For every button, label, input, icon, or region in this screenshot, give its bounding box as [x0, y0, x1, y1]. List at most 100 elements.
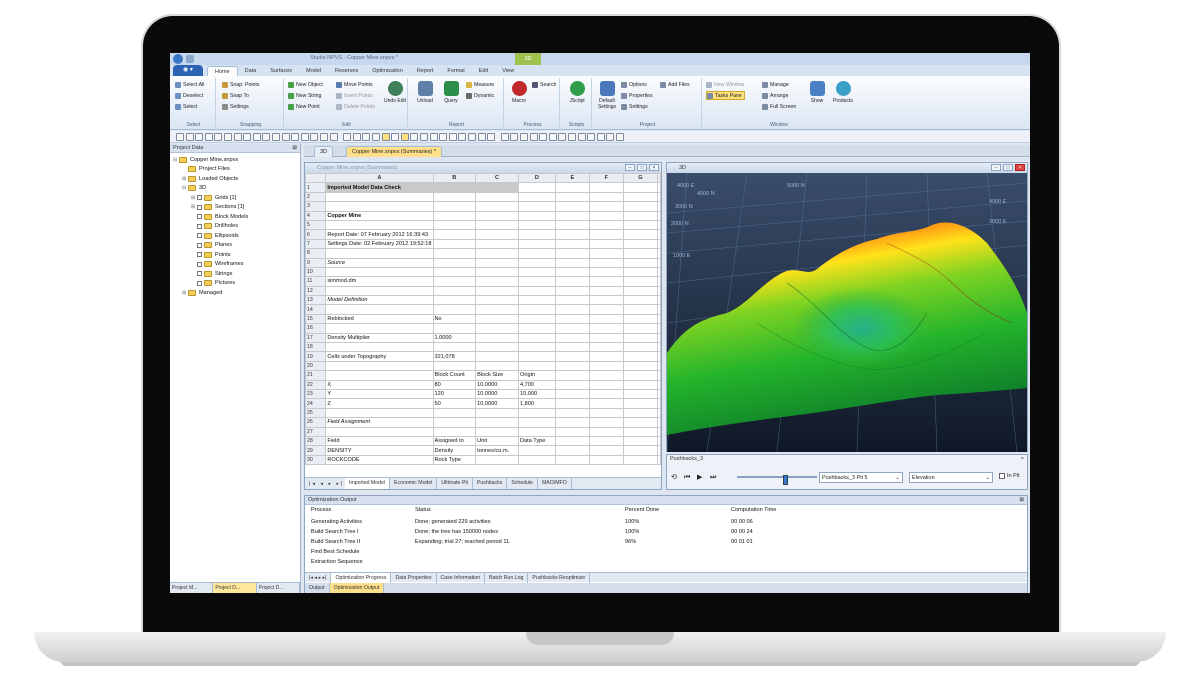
- sheet-tab[interactable]: MAO/MFO: [538, 478, 572, 489]
- row-header[interactable]: 27: [305, 426, 327, 437]
- sheet-cell[interactable]: [475, 313, 519, 325]
- step-back-icon[interactable]: ⏮: [684, 474, 692, 482]
- sheet-cell[interactable]: [475, 407, 519, 419]
- sheet-cell[interactable]: [554, 201, 590, 212]
- doc-tab-summaries[interactable]: Copper Mine.snpvs (Summaries) *: [346, 146, 443, 157]
- sheet-cell[interactable]: [588, 229, 624, 240]
- sheet-cell[interactable]: [475, 454, 519, 466]
- sheet-cell[interactable]: [518, 445, 556, 456]
- toolbar-tool-icon[interactable]: [281, 133, 290, 141]
- sheet-cell[interactable]: Z: [325, 398, 434, 409]
- macro-button[interactable]: Macro: [506, 81, 532, 104]
- sheet-cell[interactable]: [518, 210, 556, 221]
- sheet-cell[interactable]: [518, 304, 556, 315]
- row-header[interactable]: 16: [305, 323, 327, 334]
- sheet-cell[interactable]: [588, 360, 624, 372]
- properties-button[interactable]: Properties: [621, 91, 653, 100]
- sheet-tab[interactable]: Ultimate Pit: [437, 478, 473, 489]
- visibility-checkbox[interactable]: [197, 252, 202, 258]
- row-header[interactable]: 8: [305, 248, 327, 259]
- add-files-button[interactable]: Add Files: [660, 80, 690, 89]
- sheet-cell[interactable]: [475, 332, 519, 344]
- sheet-cell[interactable]: [588, 219, 624, 231]
- menu-tab-model[interactable]: Model: [299, 66, 328, 76]
- sheet-cell[interactable]: [657, 276, 661, 287]
- sheet-cell[interactable]: [475, 360, 519, 372]
- row-header[interactable]: 10: [305, 266, 327, 278]
- sheet-cell[interactable]: [475, 248, 519, 259]
- row-header[interactable]: 1: [305, 182, 327, 193]
- sheet-cell[interactable]: [325, 323, 434, 334]
- sheet-cell[interactable]: [657, 445, 661, 456]
- tree-item[interactable]: Planes: [173, 241, 297, 251]
- sheet-cell[interactable]: [432, 417, 477, 428]
- sheet-cell[interactable]: [432, 201, 477, 212]
- sheet-cell[interactable]: [554, 219, 590, 231]
- sheet-cell[interactable]: [657, 266, 661, 278]
- sheet-cell[interactable]: [554, 454, 590, 466]
- sheet-cell[interactable]: [518, 219, 556, 231]
- sheet-cell[interactable]: [475, 304, 519, 315]
- row-header[interactable]: 19: [305, 351, 327, 362]
- sheet-tab[interactable]: Schedule: [507, 478, 538, 489]
- tree-item[interactable]: ⊟ Copper Mine.snpvs: [173, 155, 297, 165]
- sheet-cell[interactable]: [622, 370, 659, 381]
- sheet-cell[interactable]: [657, 323, 661, 334]
- sheet-cell[interactable]: [554, 248, 590, 259]
- toolbar-tool-icon[interactable]: [410, 133, 419, 141]
- column-header[interactable]: F: [588, 173, 624, 184]
- sheet-cell[interactable]: Origin: [518, 370, 556, 381]
- pane-close-icon[interactable]: ⊠: [292, 144, 297, 153]
- sheet-cell[interactable]: [554, 295, 590, 306]
- sheet-cell[interactable]: [432, 304, 477, 315]
- toolbar-tool-icon[interactable]: [391, 133, 400, 141]
- visibility-checkbox[interactable]: [197, 195, 202, 201]
- row-header[interactable]: 11: [305, 276, 327, 287]
- sheet-cell[interactable]: [475, 229, 519, 240]
- sheet-cell[interactable]: [588, 257, 624, 268]
- undo-edit-button[interactable]: Undo Edit: [382, 81, 408, 104]
- sheet-cell[interactable]: Data Type: [518, 435, 556, 447]
- sheet-cell[interactable]: [518, 407, 556, 419]
- sheet-cell[interactable]: [588, 379, 624, 391]
- sheet-cell[interactable]: [588, 285, 624, 297]
- sheet-cell[interactable]: DENSITY: [325, 445, 434, 456]
- minimize-icon[interactable]: –: [625, 164, 635, 171]
- query-button[interactable]: Query: [438, 81, 464, 104]
- sheet-cell[interactable]: [518, 342, 556, 353]
- toolbar-tool-icon[interactable]: [596, 133, 605, 141]
- sheet-cell[interactable]: [554, 285, 590, 297]
- show-button[interactable]: Show: [804, 81, 830, 104]
- row-header[interactable]: 24: [305, 398, 327, 409]
- sheet-cell[interactable]: [554, 313, 590, 325]
- sheet-cell[interactable]: [622, 445, 659, 456]
- sheet-cell[interactable]: [554, 417, 590, 428]
- new-point-button[interactable]: New Point: [288, 102, 320, 111]
- left-pane-tab[interactable]: Project D...: [213, 583, 257, 593]
- sheet-cell[interactable]: [518, 276, 556, 287]
- dynamic-button[interactable]: Dynamic: [466, 91, 494, 100]
- row-header[interactable]: 26: [305, 417, 327, 428]
- sheet-cell[interactable]: [657, 407, 661, 419]
- toolbar-tool-icon[interactable]: [252, 133, 261, 141]
- sheet-cell[interactable]: [622, 219, 659, 231]
- row-header[interactable]: 23: [305, 388, 327, 400]
- products-button[interactable]: Products: [830, 81, 856, 104]
- sheet-cell[interactable]: [622, 342, 659, 353]
- optimization-tab[interactable]: Pushbacks Reoptimize: [528, 572, 591, 583]
- sheet-cell[interactable]: Block Size: [475, 370, 519, 381]
- toolbar-tool-icon[interactable]: [262, 133, 271, 141]
- sheet-cell[interactable]: [622, 210, 659, 221]
- sheet-cell[interactable]: Rock Type: [432, 454, 477, 466]
- toolbar-tool-icon[interactable]: [372, 133, 380, 141]
- sheet-cell[interactable]: [622, 257, 659, 268]
- visibility-checkbox[interactable]: [197, 233, 202, 239]
- column-header[interactable]: E: [554, 173, 590, 184]
- toolbar-tool-icon[interactable]: [606, 133, 615, 141]
- sheet-cell[interactable]: [325, 342, 434, 353]
- sheet-cell[interactable]: [657, 342, 661, 353]
- tree-item[interactable]: Ellipsoids: [173, 231, 297, 241]
- pit-select[interactable]: Pushbacks_3 Pit 5 ⌄: [819, 472, 903, 483]
- tree-item[interactable]: Pictures: [173, 279, 297, 289]
- sheet-cell[interactable]: [475, 285, 519, 297]
